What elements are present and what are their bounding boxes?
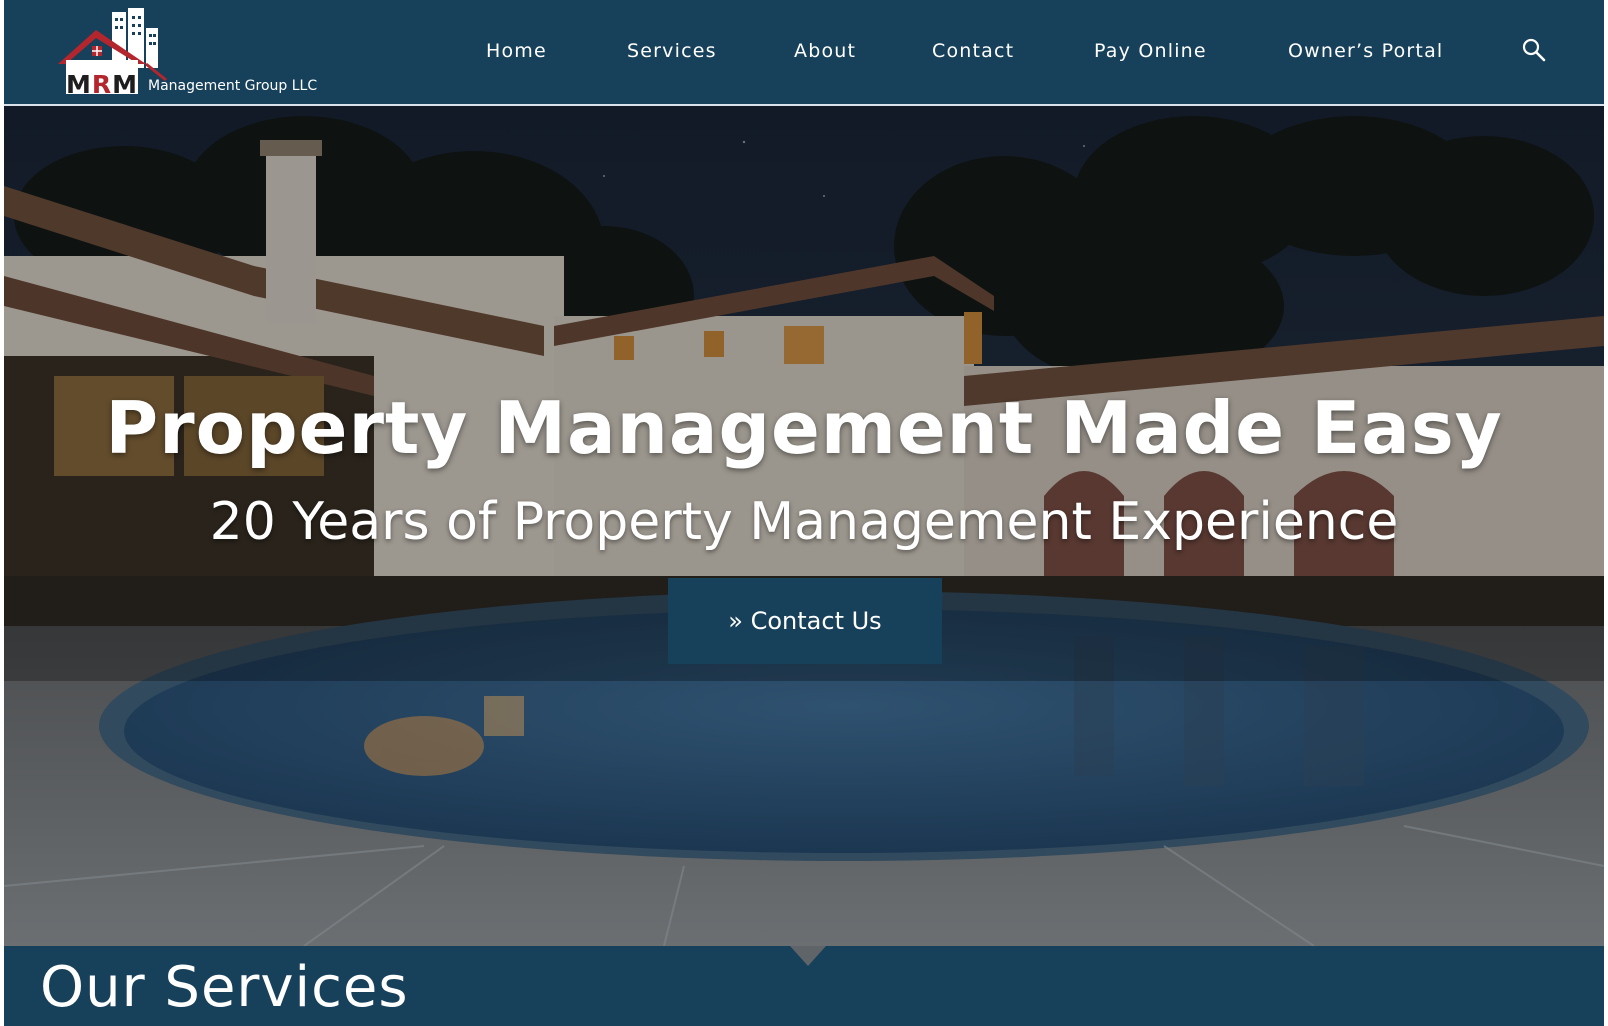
search-icon[interactable]: [1520, 36, 1548, 64]
hero-section: Property Management Made Easy 20 Years o…: [4, 106, 1604, 946]
page: MRM Management Group LLC Home Services A…: [4, 0, 1604, 1026]
services-title: Our Services: [40, 955, 409, 1020]
contact-us-button[interactable]: » Contact Us: [668, 578, 942, 664]
nav-pay-online[interactable]: Pay Online: [1094, 38, 1207, 64]
brand-logo[interactable]: MRM Management Group LLC: [54, 6, 354, 98]
hero-subtitle: 20 Years of Property Management Experien…: [209, 492, 1399, 552]
nav-about[interactable]: About: [794, 38, 856, 64]
site-header: MRM Management Group LLC Home Services A…: [4, 0, 1604, 106]
nav-contact[interactable]: Contact: [932, 38, 1014, 64]
nav-home[interactable]: Home: [486, 38, 547, 64]
section-divider-arrow: [790, 946, 826, 966]
nav-owners-portal[interactable]: Owner’s Portal: [1288, 38, 1443, 64]
logo-initials: MRM: [66, 70, 139, 99]
logo-tagline: Management Group LLC: [148, 78, 318, 94]
nav-services[interactable]: Services: [627, 38, 717, 64]
hero-title: Property Management Made Easy: [105, 386, 1503, 470]
